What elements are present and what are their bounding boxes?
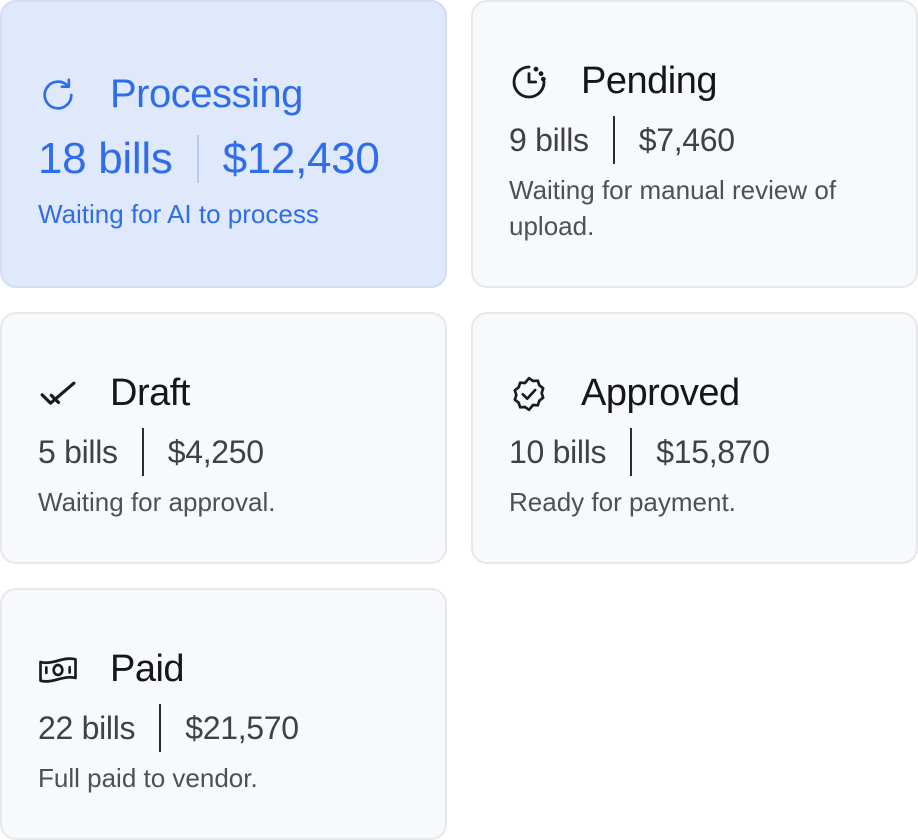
status-card-approved[interactable]: Approved 10 bills $15,870 Ready for paym… <box>471 312 918 564</box>
bill-count: 22 bills <box>38 709 136 746</box>
badge-check-icon <box>509 374 549 414</box>
bill-count: 5 bills <box>38 433 118 470</box>
bill-amount: $12,430 <box>222 134 380 183</box>
bill-count: 18 bills <box>38 134 173 183</box>
card-description: Waiting for manual review of upload. <box>509 175 837 241</box>
card-title: Pending <box>581 60 717 102</box>
card-title: Paid <box>110 648 185 690</box>
banknote-icon <box>38 650 78 690</box>
card-description: Ready for payment. <box>509 487 736 517</box>
bill-amount: $15,870 <box>656 433 770 470</box>
clock-pending-icon <box>509 62 549 102</box>
divider <box>196 135 199 183</box>
bill-amount: $7,460 <box>638 121 735 158</box>
checkmark-icon <box>38 374 78 414</box>
card-description: Waiting for approval. <box>38 487 276 517</box>
card-description: Full paid to vendor. <box>38 763 258 793</box>
status-card-draft[interactable]: Draft 5 bills $4,250 Waiting for approva… <box>0 312 447 564</box>
card-title: Processing <box>110 72 303 116</box>
status-card-processing[interactable]: Processing 18 bills $12,430 Waiting for … <box>0 0 447 288</box>
divider <box>630 428 633 476</box>
card-title: Approved <box>581 372 740 414</box>
divider <box>141 428 144 476</box>
card-description: Waiting for AI to process <box>38 199 319 229</box>
bill-count: 9 bills <box>509 121 589 158</box>
status-card-paid[interactable]: Paid 22 bills $21,570 Full paid to vendo… <box>0 588 447 840</box>
divider <box>159 704 162 752</box>
refresh-icon <box>38 75 78 115</box>
card-title: Draft <box>110 372 190 414</box>
bill-amount: $4,250 <box>167 433 264 470</box>
bill-count: 10 bills <box>509 433 607 470</box>
divider <box>612 116 615 164</box>
bill-amount: $21,570 <box>185 709 299 746</box>
status-card-pending[interactable]: Pending 9 bills $7,460 Waiting for manua… <box>471 0 918 288</box>
